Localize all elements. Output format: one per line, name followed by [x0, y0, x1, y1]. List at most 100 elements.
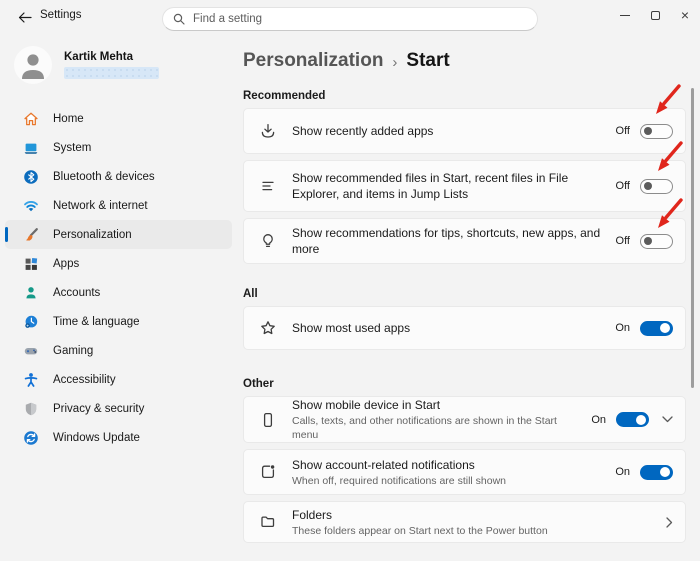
- window-controls: ×: [610, 0, 700, 34]
- notification-badge-icon: [259, 463, 277, 481]
- sidebar: Kartik Mehta Home System Bluetooth & dev…: [0, 40, 237, 561]
- setting-row-recommendations-tips: Show recommendations for tips, shortcuts…: [243, 218, 686, 264]
- toggle-most-used-apps[interactable]: [640, 321, 673, 336]
- sidebar-item-windows-update[interactable]: Windows Update: [5, 423, 232, 452]
- toggle-state-label: On: [615, 322, 630, 334]
- setting-title: Show mobile device in Start: [292, 397, 581, 413]
- toggle-recommended-files[interactable]: [640, 179, 673, 194]
- sidebar-item-accessibility[interactable]: Accessibility: [5, 365, 232, 394]
- sidebar-item-gaming[interactable]: Gaming: [5, 336, 232, 365]
- sidebar-item-label: Network & internet: [53, 200, 148, 212]
- toggle-knob: [644, 237, 652, 245]
- close-button[interactable]: ×: [670, 0, 700, 30]
- sidebar-item-label: System: [53, 142, 91, 154]
- shield-icon: [23, 401, 39, 417]
- toggle-state-label: On: [591, 414, 606, 426]
- section-heading-recommended: Recommended: [243, 90, 686, 102]
- sidebar-item-label: Apps: [53, 258, 79, 270]
- sidebar-item-privacy-security[interactable]: Privacy & security: [5, 394, 232, 423]
- setting-title: Folders: [292, 507, 656, 523]
- minimize-button[interactable]: [610, 0, 640, 30]
- star-icon: [259, 319, 277, 337]
- setting-row-recommended-files: Show recommended files in Start, recent …: [243, 160, 686, 212]
- toggle-state-label: Off: [616, 125, 630, 137]
- breadcrumb-separator-icon: ›: [392, 52, 397, 71]
- app-title: Settings: [40, 9, 82, 21]
- sidebar-item-label: Home: [53, 113, 84, 125]
- sidebar-item-personalization[interactable]: Personalization: [5, 220, 232, 249]
- vertical-scrollbar[interactable]: [691, 88, 694, 388]
- setting-row-most-used-apps: Show most used apps On: [243, 306, 686, 350]
- section-heading-all: All: [243, 288, 686, 300]
- settings-window: { "titlebar": { "app_title": "Settings" …: [0, 0, 700, 561]
- sidebar-item-bluetooth-devices[interactable]: Bluetooth & devices: [5, 162, 232, 191]
- toggle-state-label: Off: [616, 180, 630, 192]
- accessibility-icon: [23, 372, 39, 388]
- chevron-right-icon: [666, 517, 673, 528]
- back-button[interactable]: [13, 5, 37, 29]
- main-content: Personalization › Start Recommended Show…: [243, 40, 686, 549]
- wifi-icon: [23, 198, 39, 214]
- breadcrumb: Personalization › Start: [243, 46, 686, 76]
- annotation-arrow-3: [650, 198, 686, 232]
- setting-title: Show most used apps: [292, 320, 605, 336]
- setting-row-account-notifications: Show account-related notifications When …: [243, 449, 686, 495]
- toggle-recommendations-tips[interactable]: [640, 234, 673, 249]
- toggle-knob: [644, 127, 652, 135]
- maximize-icon: [651, 11, 660, 20]
- folder-icon: [259, 513, 277, 531]
- close-icon: ×: [681, 8, 689, 22]
- breadcrumb-parent[interactable]: Personalization: [243, 50, 383, 72]
- toggle-recently-added-apps[interactable]: [640, 124, 673, 139]
- gamepad-icon: [23, 343, 39, 359]
- search-icon: [173, 13, 185, 25]
- search-input[interactable]: Find a setting: [162, 7, 538, 31]
- selection-accent-bar: [5, 227, 8, 242]
- toggle-account-notifications[interactable]: [640, 465, 673, 480]
- toggle-knob: [636, 415, 646, 425]
- setting-title: Show recommendations for tips, shortcuts…: [292, 225, 606, 257]
- lightbulb-icon: [259, 232, 277, 250]
- sidebar-item-label: Accounts: [53, 287, 100, 299]
- titlebar: Settings Find a setting ×: [0, 0, 700, 40]
- back-arrow-icon: [18, 12, 32, 23]
- toggle-knob: [660, 323, 670, 333]
- setting-subtitle: When off, required notifications are sti…: [292, 475, 605, 489]
- section-heading-other: Other: [243, 378, 686, 390]
- sidebar-item-accounts[interactable]: Accounts: [5, 278, 232, 307]
- search-placeholder: Find a setting: [193, 13, 262, 25]
- sidebar-item-label: Gaming: [53, 345, 93, 357]
- sidebar-item-home[interactable]: Home: [5, 104, 232, 133]
- sidebar-item-apps[interactable]: Apps: [5, 249, 232, 278]
- download-icon: [259, 122, 277, 140]
- sidebar-item-time-language[interactable]: Time & language: [5, 307, 232, 336]
- phone-icon: [259, 411, 277, 429]
- setting-row-mobile-device: Show mobile device in Start Calls, texts…: [243, 396, 686, 443]
- accounts-icon: [23, 285, 39, 301]
- sidebar-item-network-internet[interactable]: Network & internet: [5, 191, 232, 220]
- setting-subtitle: These folders appear on Start next to th…: [292, 525, 656, 539]
- toggle-knob: [660, 467, 670, 477]
- apps-icon: [23, 256, 39, 272]
- toggle-mobile-device[interactable]: [616, 412, 649, 427]
- sidebar-item-label: Personalization: [53, 229, 132, 241]
- list-lines-icon: [259, 177, 277, 195]
- toggle-state-label: Off: [616, 235, 630, 247]
- setting-subtitle: Calls, texts, and other notifications ar…: [292, 415, 581, 442]
- maximize-button[interactable]: [640, 0, 670, 30]
- person-icon: [14, 46, 52, 84]
- avatar: [14, 46, 52, 84]
- expander-button[interactable]: [662, 416, 673, 423]
- annotation-arrow-1: [648, 84, 684, 118]
- sidebar-item-label: Bluetooth & devices: [53, 171, 155, 183]
- setting-row-folders[interactable]: Folders These folders appear on Start ne…: [243, 501, 686, 543]
- profile-card[interactable]: Kartik Mehta: [14, 46, 159, 84]
- sidebar-item-system[interactable]: System: [5, 133, 232, 162]
- setting-title: Show recommended files in Start, recent …: [292, 170, 606, 202]
- annotation-arrow-2: [650, 141, 686, 175]
- system-icon: [23, 140, 39, 156]
- sidebar-item-label: Accessibility: [53, 374, 116, 386]
- bluetooth-icon: [23, 169, 39, 185]
- profile-loading-bar: [64, 67, 159, 79]
- chevron-down-icon: [662, 416, 673, 423]
